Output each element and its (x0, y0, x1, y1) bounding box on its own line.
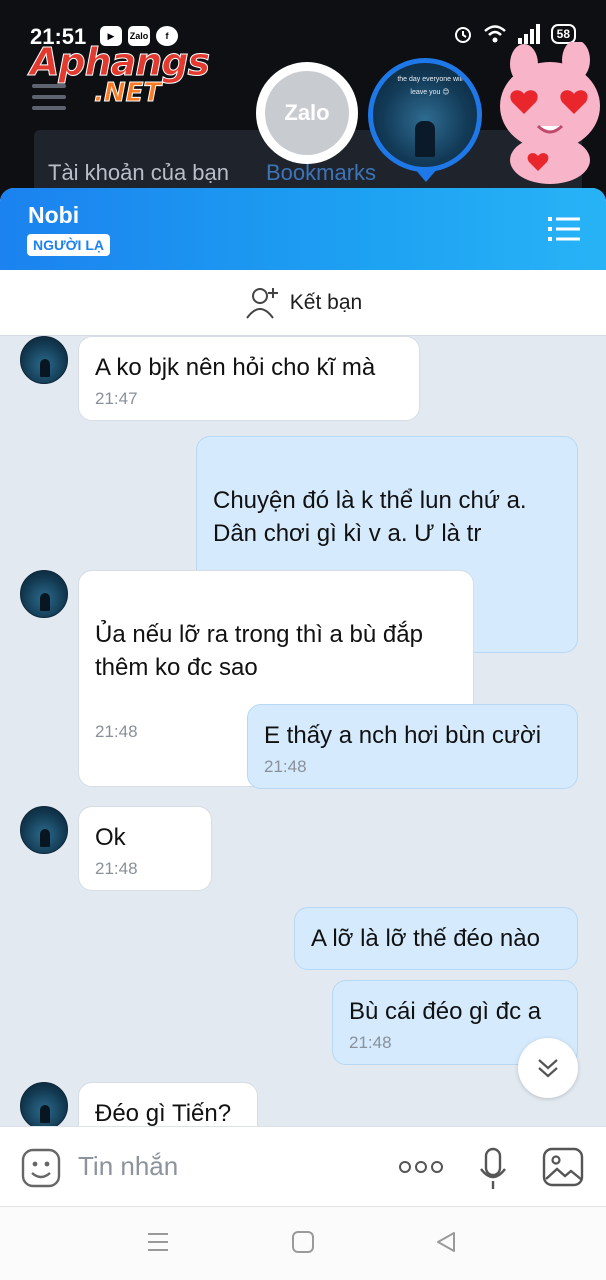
chat-header: Nobi NGƯỜI LẠ (0, 188, 606, 270)
message-list[interactable]: A ko bjk nên hỏi cho kĩ mà 21:47 Chuyện … (0, 336, 606, 1126)
watermark-main: Aphangs (29, 40, 210, 84)
zalo-logo-icon: Zalo (265, 71, 349, 155)
microphone-icon[interactable] (478, 1147, 508, 1191)
contact-avatar[interactable] (20, 570, 68, 618)
zalo-chathead[interactable]: Zalo (256, 62, 358, 164)
alarm-icon (454, 27, 471, 43)
system-navigation-bar (0, 1206, 606, 1280)
message-text: E thấy a nch hơi bùn cười (264, 722, 542, 749)
scroll-to-bottom-button[interactable] (518, 1038, 578, 1098)
chathead-figure (415, 121, 435, 157)
contact-avatar[interactable] (20, 336, 68, 384)
back-icon[interactable] (434, 1231, 458, 1253)
chathead-caption: the day everyone will leave you 😊 (397, 76, 463, 96)
more-icon[interactable] (398, 1157, 444, 1177)
double-chevron-down-icon (538, 1059, 558, 1078)
message-bubble-incoming[interactable]: Ok 21:48 (78, 806, 212, 891)
image-icon[interactable] (542, 1147, 584, 1187)
message-text: Ủa nếu lỡ ra trong thì a bù đắp thêm ko … (95, 621, 423, 681)
watermark: Aphangs .NET (29, 40, 210, 109)
message-text: A lỡ là lỡ thế đéo nào (311, 925, 540, 952)
pink-sticker-icon (500, 42, 600, 184)
message-time: 21:48 (264, 757, 307, 776)
message-text: Đéo gì Tiến? (95, 1100, 232, 1126)
message-input[interactable]: Tin nhắn (78, 1151, 178, 1182)
background-menu-icon (32, 84, 66, 117)
stranger-badge: NGƯỜI LẠ (27, 234, 110, 256)
signal-icon (517, 24, 540, 44)
message-bubble-incoming[interactable]: Đéo gì Tiến? (78, 1082, 258, 1126)
add-friend-label: Kết bạn (289, 290, 363, 314)
message-bubble-incoming[interactable]: A ko bjk nên hỏi cho kĩ mà 21:47 (78, 336, 420, 421)
message-composer: Tin nhắn (0, 1126, 606, 1206)
chathead-pointer (414, 168, 438, 182)
contact-avatar[interactable] (20, 1082, 68, 1126)
add-friend-button[interactable]: Kết bạn (0, 270, 606, 336)
watermark-sub: .NET (93, 78, 162, 109)
add-user-icon (245, 287, 278, 319)
message-time: 21:48 (95, 859, 138, 878)
message-text: Chuyện đó là k thể lun chứ a. Dân chơi g… (213, 487, 527, 547)
battery-indicator: 58 (550, 24, 576, 44)
message-time: 21:47 (95, 389, 138, 408)
contact-name[interactable]: Nobi (28, 202, 79, 229)
message-bubble-outgoing[interactable]: A lỡ là lỡ thế đéo nào (294, 907, 578, 970)
message-text: Ok (95, 824, 126, 851)
message-text: Bù cái đéo gì đc a (349, 998, 542, 1025)
background-account-label: Tài khoản của bạn (48, 160, 230, 185)
recent-apps-icon[interactable] (146, 1231, 170, 1253)
wifi-icon (483, 25, 506, 43)
message-bubble-outgoing[interactable]: E thấy a nch hơi bùn cười 21:48 (247, 704, 578, 789)
background-bookmarks-label: Bookmarks (266, 160, 377, 185)
menu-icon[interactable] (548, 216, 580, 242)
contact-chathead[interactable]: the day everyone will leave you 😊 (368, 58, 482, 172)
home-icon[interactable] (291, 1231, 315, 1253)
contact-avatar[interactable] (20, 806, 68, 854)
chat-window: Nobi NGƯỜI LẠ Kết bạn A ko bjk nên hỏi c… (0, 188, 606, 1280)
message-text: A ko bjk nên hỏi cho kĩ mà (95, 354, 376, 381)
sticker-icon[interactable] (20, 1147, 62, 1189)
